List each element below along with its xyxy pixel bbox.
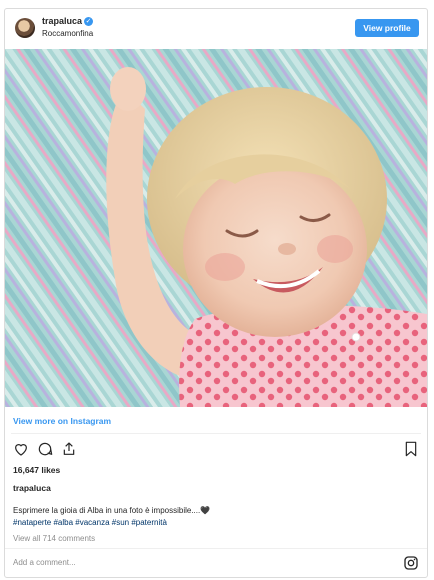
avatar[interactable] — [15, 18, 35, 38]
heart-icon[interactable] — [13, 441, 29, 462]
divider — [11, 433, 421, 434]
verified-badge-icon: ✓ — [84, 17, 93, 26]
action-bar — [5, 441, 427, 463]
bookmark-icon[interactable] — [403, 441, 419, 462]
caption-hashtags[interactable]: #nataperte #alba #vacanza #sun #paternit… — [13, 518, 167, 527]
likes-count[interactable]: 16,647 likes — [13, 465, 60, 475]
share-icon[interactable] — [61, 441, 77, 462]
add-comment-bar: Add a comment... — [5, 548, 427, 577]
username[interactable]: trapaluca — [42, 16, 82, 26]
caption-author[interactable]: trapaluca — [13, 483, 51, 493]
instagram-embed-card: trapaluca ✓ Roccamonfina View profile Vi… — [4, 8, 428, 578]
post-header: trapaluca ✓ Roccamonfina View profile — [5, 9, 427, 49]
photo-illustration — [5, 49, 427, 407]
add-comment-input[interactable]: Add a comment... — [13, 558, 76, 567]
view-profile-button[interactable]: View profile — [355, 19, 419, 37]
post-photo[interactable] — [5, 49, 427, 407]
location[interactable]: Roccamonfina — [42, 29, 93, 38]
view-more-on-instagram-link[interactable]: View more on Instagram — [13, 416, 111, 426]
instagram-logo-icon[interactable] — [403, 555, 419, 576]
caption-text: Esprimere la gioia di Alba in una foto è… — [13, 506, 211, 515]
view-all-comments-link[interactable]: View all 714 comments — [13, 534, 95, 543]
comment-icon[interactable] — [37, 441, 53, 462]
